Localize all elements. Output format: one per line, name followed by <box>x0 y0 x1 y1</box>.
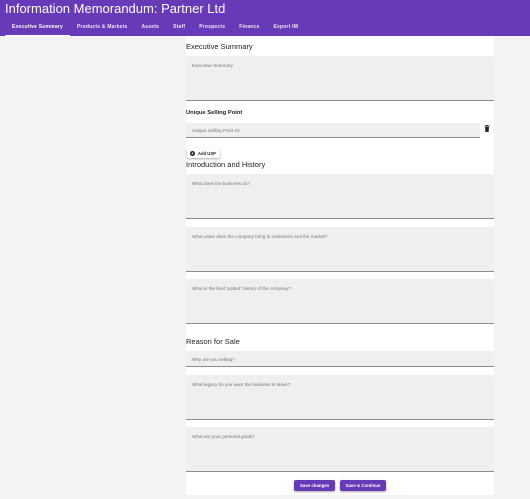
personal-goals-field[interactable]: What are your personal goals? <box>186 427 494 472</box>
tab-prospects[interactable]: Prospects <box>192 20 232 36</box>
tab-assets[interactable]: Assets <box>135 20 167 36</box>
executive-summary-placeholder: Executive Summary <box>192 63 233 68</box>
add-circle-icon: + <box>190 150 195 156</box>
page-title: Information Memorandum: Partner Ltd <box>5 1 226 16</box>
add-usp-button[interactable]: + Add USP <box>187 148 220 158</box>
company-value-field[interactable]: What value does the company bring to cus… <box>186 227 494 272</box>
tab-executive-summary[interactable]: Executive Summary <box>5 20 70 36</box>
tab-bar: Executive Summary Products & Markets Ass… <box>5 20 305 36</box>
company-value-placeholder: What value does the company bring to cus… <box>192 234 328 239</box>
form-panel: Executive Summary Executive Summary Uniq… <box>186 36 494 495</box>
usp-field-1-placeholder: Unique Selling Point #1 <box>192 128 240 133</box>
business-description-field[interactable]: What does the business do? <box>186 174 494 219</box>
introduction-heading: Introduction and History <box>186 160 266 169</box>
save-continue-button[interactable]: Save & Continue <box>340 480 386 491</box>
add-usp-label: Add USP <box>198 150 216 156</box>
business-description-placeholder: What does the business do? <box>192 181 250 186</box>
tab-staff[interactable]: Staff <box>166 20 192 36</box>
trash-icon[interactable] <box>484 125 490 132</box>
why-selling-field[interactable]: Why are you selling? <box>186 351 494 367</box>
legacy-placeholder: What legacy do you want the business to … <box>192 382 291 387</box>
company-history-field[interactable]: What is the brief 'potted' history of th… <box>186 279 494 324</box>
usp-heading: Unique Selling Point <box>186 110 243 116</box>
why-selling-placeholder: Why are you selling? <box>192 357 235 362</box>
app-bar: Information Memorandum: Partner Ltd Exec… <box>0 0 530 36</box>
executive-summary-field[interactable]: Executive Summary <box>186 56 494 101</box>
legacy-field[interactable]: What legacy do you want the business to … <box>186 375 494 420</box>
reason-for-sale-heading: Reason for Sale <box>186 337 240 346</box>
tab-export-im[interactable]: Export IM <box>267 20 306 36</box>
executive-summary-heading: Executive Summary <box>186 42 253 51</box>
tab-finance[interactable]: Finance <box>232 20 266 36</box>
save-changes-button[interactable]: Save changes <box>294 480 335 491</box>
tab-products-markets[interactable]: Products & Markets <box>70 20 135 36</box>
personal-goals-placeholder: What are your personal goals? <box>192 434 255 439</box>
usp-field-1[interactable]: Unique Selling Point #1 <box>186 123 480 138</box>
company-history-placeholder: What is the brief 'potted' history of th… <box>192 286 292 291</box>
